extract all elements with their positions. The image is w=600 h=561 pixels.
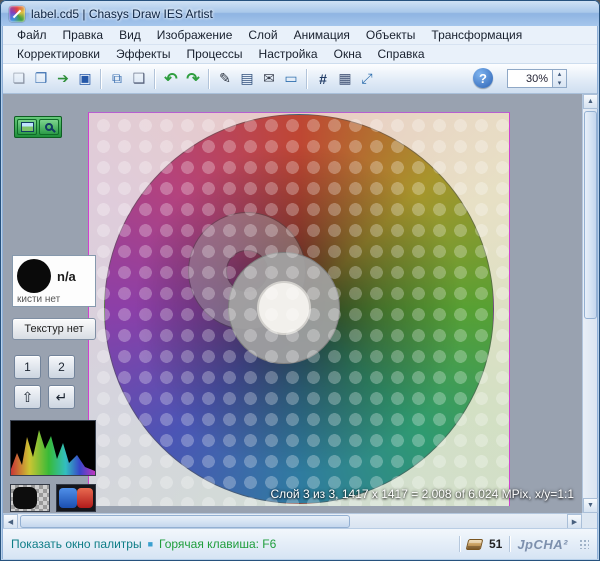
toolbar-separator [208, 69, 210, 89]
window-title: label.cd5 | Chasys Draw IES Artist [31, 7, 213, 21]
vertical-scroll-thumb[interactable] [584, 111, 597, 319]
menu-objects[interactable]: Объекты [358, 26, 424, 44]
undo-icon[interactable]: ↶ [160, 68, 182, 90]
histogram-graph [11, 421, 95, 475]
mail-icon[interactable]: ✉ [258, 68, 280, 90]
layers-icon[interactable]: ▤ [236, 68, 258, 90]
menu-effects[interactable]: Эффекты [108, 45, 179, 63]
vertical-scrollbar[interactable]: ▲ ▼ [582, 94, 597, 513]
texture-button[interactable]: Текстур нет [12, 318, 96, 340]
new-file-icon[interactable]: ❏ [8, 68, 30, 90]
enter-arrow-button[interactable]: ↵ [48, 385, 75, 409]
shift-arrow-button[interactable]: ⇧ [14, 385, 41, 409]
brush-preview-label: n/a [57, 269, 76, 284]
menu-settings[interactable]: Настройка [251, 45, 326, 63]
image-preview-button[interactable] [17, 119, 37, 135]
scroll-down-icon[interactable]: ▼ [583, 498, 598, 513]
status-bullet-icon: ■ [148, 539, 153, 549]
toolbar-separator [306, 69, 308, 89]
menu-layer[interactable]: Слой [240, 26, 285, 44]
hotkey-hint-text: Горячая клавиша: F6 [159, 537, 276, 551]
screen-icon[interactable]: ▭ [280, 68, 302, 90]
zoom-down-icon[interactable]: ▾ [553, 79, 566, 88]
histogram-panel[interactable] [10, 420, 96, 476]
menu-image[interactable]: Изображение [149, 26, 241, 44]
resize-grip[interactable] [579, 539, 589, 549]
scroll-right-icon[interactable]: ▶ [567, 514, 582, 529]
menu-help[interactable]: Справка [370, 45, 433, 63]
menu-animation[interactable]: Анимация [286, 26, 358, 44]
scroll-left-icon[interactable]: ◀ [3, 514, 18, 529]
app-icon[interactable] [9, 6, 25, 22]
palette-hint-text: Показать окно палитры [11, 537, 142, 551]
brush-shape-preview [17, 259, 51, 293]
brand-logo-text: JpCHA² [517, 537, 568, 552]
statusbar-separator [509, 536, 510, 552]
menu-file[interactable]: Файл [9, 26, 55, 44]
zoom-tool-button[interactable] [39, 119, 59, 135]
statusbar-separator [459, 536, 460, 552]
airbrush-icon[interactable]: ✎ [214, 68, 236, 90]
brush-caption: кисти нет [17, 294, 91, 305]
grid-icon[interactable]: ▦ [334, 68, 356, 90]
main-toolbar: ❏ ❐ ➔ ▣ ⧉ ❑ ↶ ↷ ✎ ▤ ✉ ▭ # ▦ ⤢ ? 30% ▴ ▾ [3, 64, 597, 94]
image-canvas[interactable] [88, 112, 510, 506]
help-icon[interactable]: ? [473, 68, 493, 88]
cd-center-hole [257, 281, 311, 335]
menu-edit[interactable]: Правка [55, 26, 112, 44]
open-image-icon[interactable]: ❐ [30, 68, 52, 90]
copy-icon[interactable]: ⧉ [106, 68, 128, 90]
save-icon[interactable]: ▣ [74, 68, 96, 90]
resource-count: 51 [489, 537, 502, 551]
workspace: n/a кисти нет Текстур нет 1 2 ⇧ ↵ [3, 94, 582, 513]
menu-bar-row2: Корректировки Эффекты Процессы Настройка… [3, 45, 597, 64]
tool-slot-2-button[interactable]: 2 [48, 355, 75, 379]
zoom-up-icon[interactable]: ▴ [553, 70, 566, 79]
blue-swatch-preview [59, 488, 77, 508]
import-icon[interactable]: ➔ [52, 68, 74, 90]
layer-thumbnail-mask[interactable] [10, 484, 50, 512]
view-mini-toolbar [14, 116, 62, 138]
status-bar: Показать окно палитры ■ Горячая клавиша:… [3, 528, 597, 559]
red-swatch-preview [77, 488, 93, 508]
zoom-value-input[interactable]: 30% [507, 69, 553, 88]
resource-stack-icon [466, 539, 484, 550]
menu-windows[interactable]: Окна [326, 45, 370, 63]
magnifier-icon [45, 123, 53, 131]
paste-icon[interactable]: ❑ [128, 68, 150, 90]
mask-blob-preview [13, 487, 37, 509]
app-window: label.cd5 | Chasys Draw IES Artist Файл … [0, 0, 600, 561]
tool-slot-1-button[interactable]: 1 [14, 355, 41, 379]
title-bar[interactable]: label.cd5 | Chasys Draw IES Artist [1, 1, 599, 26]
zoom-spinner: ▴ ▾ [553, 69, 567, 88]
menu-adjustments[interactable]: Корректировки [9, 45, 108, 63]
menu-processes[interactable]: Процессы [179, 45, 251, 63]
zoom-control: 30% ▴ ▾ [507, 69, 567, 88]
layer-status-text: Слой 3 из 3, 1417 x 1417 = 2.008 of 6.02… [270, 487, 574, 501]
menu-bar-row1: Файл Правка Вид Изображение Слой Анимаци… [3, 26, 597, 45]
scroll-up-icon[interactable]: ▲ [583, 94, 598, 109]
horizontal-scrollbar[interactable]: ◀ ▶ [3, 513, 582, 528]
toolbar-separator [100, 69, 102, 89]
horizontal-scroll-thumb[interactable] [20, 515, 350, 528]
menu-view[interactable]: Вид [111, 26, 149, 44]
scrollbar-corner [582, 513, 597, 528]
fullscreen-icon[interactable]: ⤢ [356, 68, 378, 90]
brush-preview-panel[interactable]: n/a кисти нет [12, 255, 96, 307]
toolbar-separator [154, 69, 156, 89]
frame-icon[interactable]: # [312, 68, 334, 90]
redo-icon[interactable]: ↷ [182, 68, 204, 90]
menu-transform[interactable]: Трансформация [423, 26, 530, 44]
image-preview-icon [21, 122, 34, 132]
layer-thumbnail-colors[interactable] [56, 484, 96, 512]
